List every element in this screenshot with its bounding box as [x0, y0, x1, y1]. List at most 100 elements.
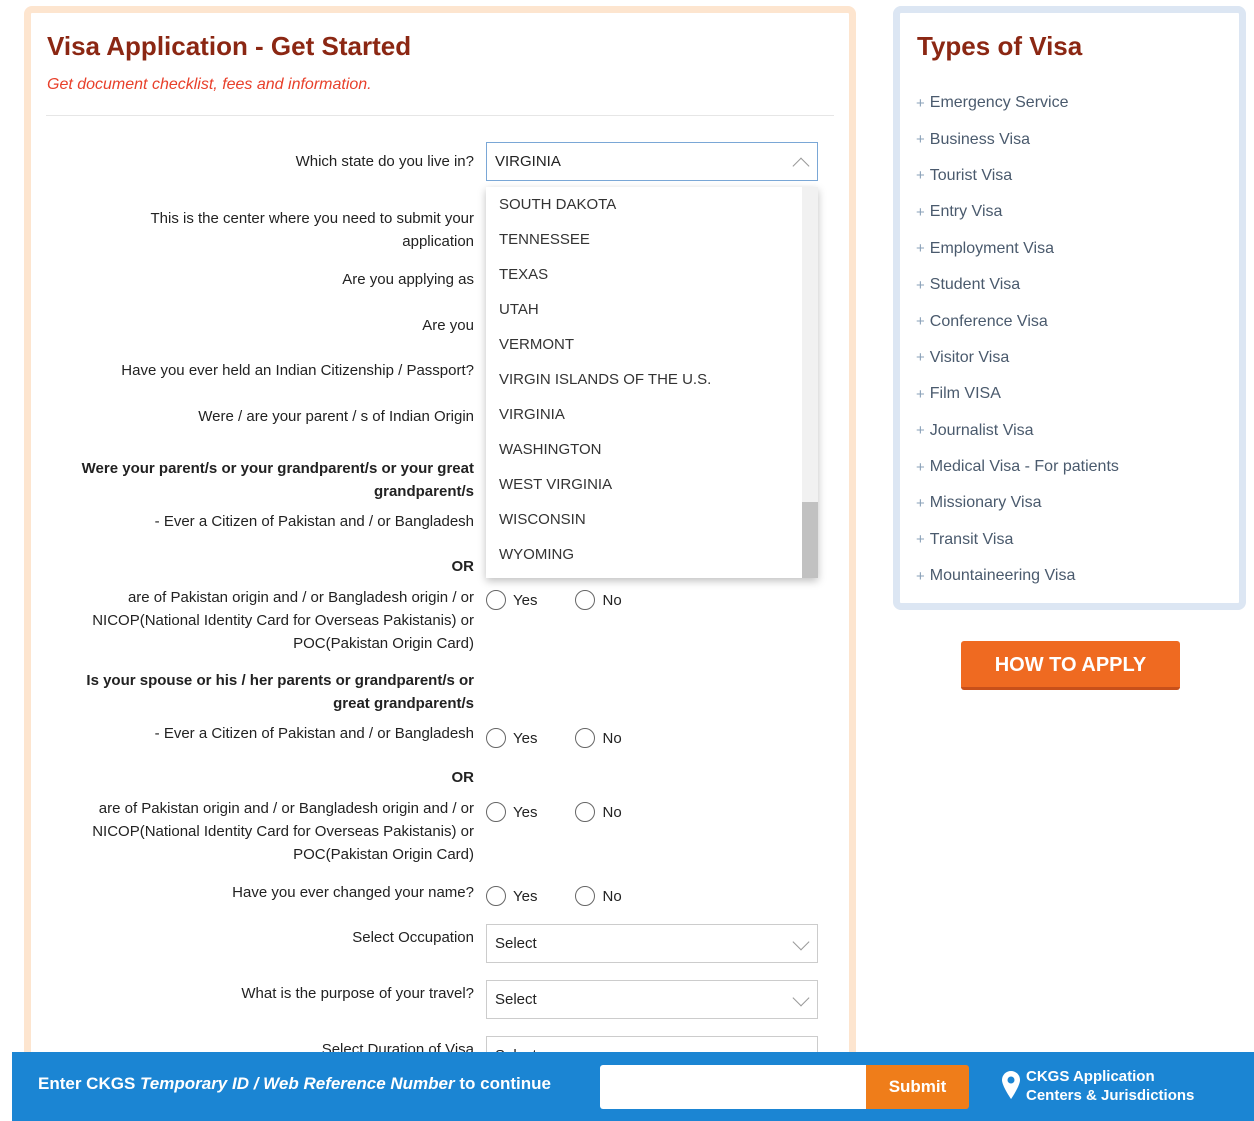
plus-icon: + — [916, 385, 925, 403]
radio-circle[interactable] — [486, 886, 506, 906]
radio-no[interactable]: No — [575, 590, 622, 610]
how-to-apply-button[interactable]: HOW TO APPLY — [961, 641, 1180, 690]
dropdown-option[interactable]: VERMONT — [486, 327, 818, 362]
dropdown-option[interactable]: UTAH — [486, 292, 818, 327]
dropdown-option[interactable]: WYOMING — [486, 537, 818, 572]
visa-type-item[interactable]: + Missionary Visa — [916, 485, 1119, 521]
citizenship-label: Have you ever held an Indian Citizenship… — [121, 362, 474, 379]
page-title: Visa Application - Get Started — [47, 31, 412, 61]
radio-no[interactable]: No — [575, 728, 622, 748]
radio-no[interactable]: No — [575, 886, 622, 906]
plus-icon: + — [916, 131, 925, 149]
dropdown-option[interactable]: VIRGIN ISLANDS OF THE U.S. — [486, 362, 818, 397]
purpose-select-value: Select — [495, 991, 537, 1008]
spouse-citizen-radios: Yes No — [486, 728, 622, 748]
radio-circle[interactable] — [486, 802, 506, 822]
visa-type-item[interactable]: + Mountaineering Visa — [916, 558, 1119, 594]
are-you-label: Are you — [422, 317, 474, 334]
visa-type-item[interactable]: + Medical Visa - For patients — [916, 449, 1119, 485]
dropdown-option[interactable]: TENNESSEE — [486, 222, 818, 257]
radio-circle[interactable] — [575, 728, 596, 748]
chevron-down-icon — [792, 933, 810, 951]
dropdown-scroll-thumb[interactable] — [802, 502, 818, 578]
radio-circle[interactable] — [486, 590, 506, 610]
plus-icon: + — [916, 422, 925, 440]
radio-no[interactable]: No — [575, 802, 622, 822]
chevron-down-icon — [792, 989, 810, 1007]
submit-button[interactable]: Submit — [866, 1065, 969, 1109]
plus-icon: + — [916, 531, 925, 549]
dropdown-option[interactable]: VIRGINIA — [486, 397, 818, 432]
visa-types-card: Types of Visa + Emergency Service + Busine… — [893, 6, 1246, 610]
center-label: This is the center where you need to sub… — [150, 210, 475, 250]
dropdown-option[interactable]: WASHINGTON — [486, 432, 818, 467]
spouse-origin-label: are of Pakistan origin and / or Banglade… — [92, 800, 474, 863]
purpose-select[interactable]: Select — [486, 980, 818, 1019]
grandparents-heading: Were your parent/s or your grandparent/s… — [81, 460, 474, 500]
visa-type-item[interactable]: + Student Visa — [916, 267, 1119, 303]
dropdown-option[interactable]: WISCONSIN — [486, 502, 818, 537]
plus-icon: + — [916, 167, 925, 185]
plus-icon: + — [916, 240, 925, 258]
parent-origin-label: Were / are your parent / s of Indian Ori… — [198, 408, 474, 425]
visa-type-item[interactable]: + Emergency Service — [916, 85, 1119, 121]
plus-icon: + — [916, 94, 925, 112]
reference-number-input[interactable] — [600, 1065, 868, 1109]
radio-circle[interactable] — [486, 728, 506, 748]
visa-type-item[interactable]: + Transit Visa — [916, 522, 1119, 558]
location-pin-icon — [1002, 1071, 1020, 1099]
visa-type-item[interactable]: + Entry Visa — [916, 194, 1119, 230]
plus-icon: + — [916, 203, 925, 221]
occupation-select[interactable]: Select — [486, 924, 818, 963]
occupation-label: Select Occupation — [352, 929, 474, 946]
or-label: OR — [451, 558, 475, 575]
radio-yes[interactable]: Yes — [486, 590, 537, 610]
state-label: Which state do you live in? — [295, 153, 474, 170]
pakistan-origin-radios: Yes No — [486, 590, 622, 610]
spouse-citizen-label: - Ever a Citizen of Pakistan and / or Ba… — [154, 725, 474, 742]
dropdown-option[interactable]: TEXAS — [486, 257, 818, 292]
dropdown-option[interactable]: WEST VIRGINIA — [486, 467, 818, 502]
radio-circle[interactable] — [575, 886, 596, 906]
spouse-or-label: OR — [451, 769, 475, 786]
chevron-up-icon — [792, 157, 810, 175]
reference-number-bar: Enter CKGS Temporary ID / Web Reference … — [12, 1052, 1254, 1121]
name-change-radios: Yes No — [486, 886, 622, 906]
radio-circle[interactable] — [575, 590, 596, 610]
visa-type-item[interactable]: + Conference Visa — [916, 303, 1119, 339]
dropdown-option[interactable]: SOUTH DAKOTA — [486, 187, 818, 222]
divider — [46, 115, 834, 116]
radio-yes[interactable]: Yes — [486, 886, 537, 906]
visa-type-item[interactable]: + Tourist Visa — [916, 158, 1119, 194]
plus-icon: + — [916, 313, 925, 331]
plus-icon: + — [916, 494, 925, 512]
radio-yes[interactable]: Yes — [486, 728, 537, 748]
radio-circle[interactable] — [575, 802, 596, 822]
reference-prompt: Enter CKGS Temporary ID / Web Reference … — [38, 1074, 551, 1093]
visa-types-title: Types of Visa — [917, 31, 1083, 61]
plus-icon: + — [916, 349, 925, 367]
pakistan-origin-label: are of Pakistan origin and / or Banglade… — [92, 589, 474, 652]
state-dropdown-list: SOUTH DAKOTA TENNESSEE TEXAS UTAH VERMON… — [486, 187, 818, 578]
visa-type-item[interactable]: + Business Visa — [916, 121, 1119, 157]
page-subtitle: Get document checklist, fees and informa… — [47, 76, 372, 93]
visa-type-item[interactable]: + Film VISA — [916, 376, 1119, 412]
spouse-origin-radios: Yes No — [486, 802, 622, 822]
visa-application-card: Visa Application - Get Started Get docum… — [24, 6, 856, 1116]
visa-type-item[interactable]: + Visitor Visa — [916, 340, 1119, 376]
visa-type-item[interactable]: + Employment Visa — [916, 231, 1119, 267]
spouse-heading: Is your spouse or his / her parents or g… — [86, 672, 474, 712]
state-select-value: VIRGINIA — [495, 153, 561, 170]
plus-icon: + — [916, 276, 925, 294]
name-change-label: Have you ever changed your name? — [232, 884, 474, 901]
plus-icon: + — [916, 458, 925, 476]
visa-type-item[interactable]: + Journalist Visa — [916, 413, 1119, 449]
purpose-label: What is the purpose of your travel? — [241, 985, 474, 1002]
citizen-pakistan-label: - Ever a Citizen of Pakistan and / or Ba… — [154, 513, 474, 530]
radio-yes[interactable]: Yes — [486, 802, 537, 822]
occupation-select-value: Select — [495, 935, 537, 952]
application-centers-link[interactable]: CKGS Application Centers & Jurisdictions — [1026, 1067, 1194, 1105]
plus-icon: + — [916, 567, 925, 585]
state-select[interactable]: VIRGINIA — [486, 142, 818, 181]
applying-as-label: Are you applying as — [342, 271, 474, 288]
